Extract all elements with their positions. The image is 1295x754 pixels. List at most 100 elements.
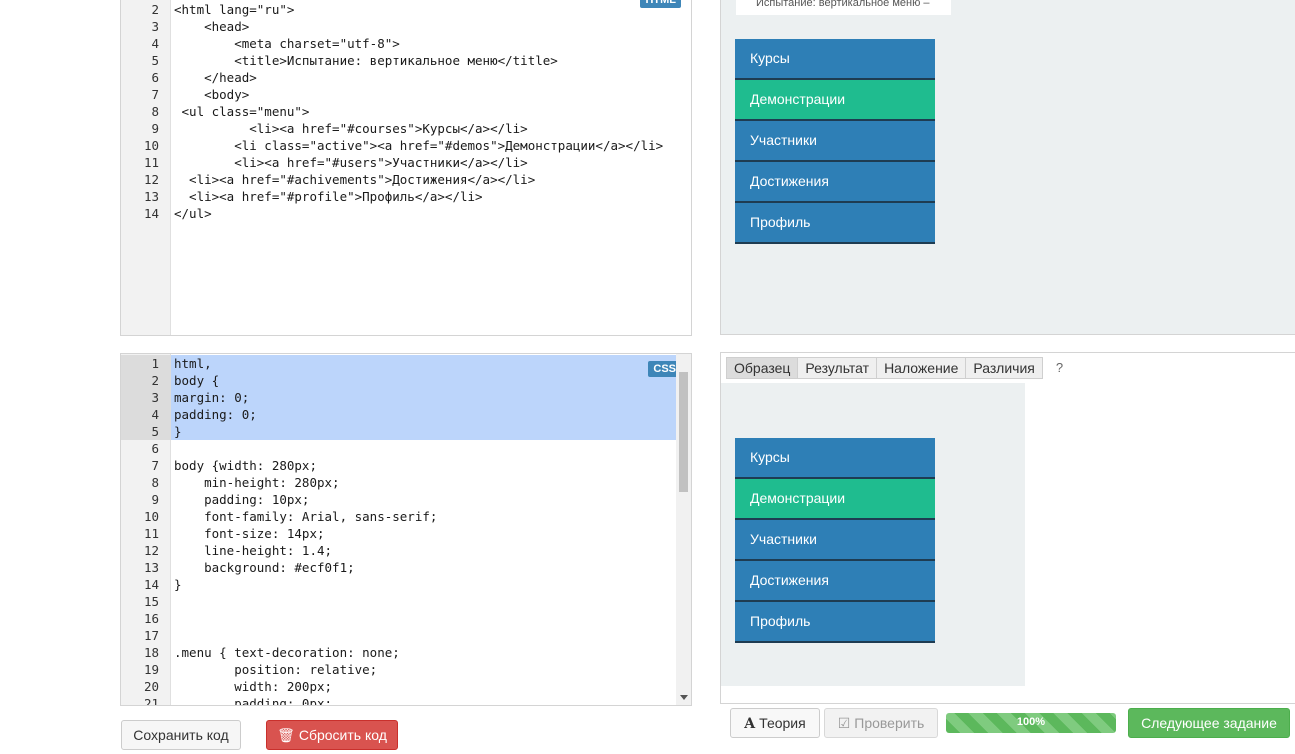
line-code[interactable]: </ul> bbox=[174, 205, 212, 222]
css-editor-scrollbar[interactable] bbox=[676, 354, 691, 705]
code-line[interactable]: 14 </ul> bbox=[121, 205, 691, 222]
code-line[interactable]: 5} bbox=[121, 423, 691, 440]
code-line[interactable]: 12 line-height: 1.4; bbox=[121, 542, 691, 559]
code-line[interactable]: 16 bbox=[121, 610, 691, 627]
line-number: 19 bbox=[143, 662, 159, 677]
code-line[interactable]: 8 <ul class="menu"> bbox=[121, 103, 691, 120]
code-line[interactable]: 8 min-height: 280px; bbox=[121, 474, 691, 491]
scroll-down-arrow-icon[interactable] bbox=[680, 695, 688, 700]
line-code[interactable]: body { bbox=[171, 372, 676, 389]
line-code[interactable]: font-family: Arial, sans-serif; bbox=[174, 508, 437, 525]
code-line[interactable]: 3 <head> bbox=[121, 18, 691, 35]
line-code[interactable]: .menu { text-decoration: none; bbox=[174, 644, 400, 661]
line-number: 14 bbox=[143, 577, 159, 592]
code-line[interactable]: 12 <li><a href="#achivements">Достижения… bbox=[121, 171, 691, 188]
code-line[interactable]: 19 position: relative; bbox=[121, 661, 691, 678]
line-code[interactable]: font-size: 14px; bbox=[174, 525, 324, 542]
code-line[interactable]: 13 <li><a href="#profile">Профиль</a></l… bbox=[121, 188, 691, 205]
line-code[interactable]: <ul class="menu"> bbox=[174, 103, 310, 120]
line-code[interactable]: </head> bbox=[174, 69, 257, 86]
line-code[interactable]: position: relative; bbox=[174, 661, 377, 678]
line-code[interactable]: html, bbox=[171, 355, 676, 372]
code-line[interactable]: 21 padding: 0px; bbox=[121, 695, 691, 706]
line-number: 21 bbox=[143, 696, 159, 706]
code-line[interactable]: 14} bbox=[121, 576, 691, 593]
line-code[interactable]: padding: 10px; bbox=[174, 491, 309, 508]
line-code[interactable]: padding: 0px; bbox=[174, 695, 332, 705]
next-task-button[interactable]: Следующее задание bbox=[1128, 708, 1290, 738]
line-code[interactable]: <li><a href="#profile">Профиль</a></li> bbox=[174, 188, 483, 205]
line-code[interactable]: body {width: 280px; bbox=[174, 457, 317, 474]
line-code[interactable]: <body> bbox=[174, 86, 249, 103]
menu-item: Участники bbox=[735, 121, 935, 162]
progress-bar: 100% bbox=[946, 713, 1116, 733]
line-code[interactable]: <head> bbox=[174, 18, 249, 35]
code-line[interactable]: 2 <html lang="ru"> bbox=[121, 1, 691, 18]
line-number: 11 bbox=[143, 526, 159, 541]
line-code[interactable]: <title>Испытание: вертикальное меню</tit… bbox=[174, 52, 558, 69]
code-line[interactable]: 7 body {width: 280px; bbox=[121, 457, 691, 474]
reset-code-button[interactable]: 🗑︎ Сбросить код bbox=[266, 720, 398, 750]
help-icon[interactable]: ? bbox=[1056, 357, 1063, 379]
code-line[interactable]: 3 margin: 0; bbox=[121, 389, 691, 406]
save-code-button[interactable]: Сохранить код bbox=[121, 720, 241, 750]
line-code[interactable]: line-height: 1.4; bbox=[174, 542, 332, 559]
menu-item: Достижения bbox=[735, 561, 935, 602]
line-code[interactable]: <li><a href="#users">Участники</a></li> bbox=[174, 154, 528, 171]
code-line[interactable]: 17 bbox=[121, 627, 691, 644]
line-code[interactable]: margin: 0; bbox=[171, 389, 676, 406]
code-line[interactable]: 10 font-family: Arial, sans-serif; bbox=[121, 508, 691, 525]
code-line[interactable]: 13 background: #ecf0f1; bbox=[121, 559, 691, 576]
line-code[interactable]: width: 200px; bbox=[174, 678, 332, 695]
line-code[interactable]: <meta charset="utf-8"> bbox=[174, 35, 400, 52]
line-number: 7 bbox=[151, 458, 159, 473]
css-code-lines[interactable]: 1 html, 2 body {3 margin: 0; 4 padding: 0; 5} 6 7… bbox=[121, 355, 691, 706]
menu-item: Курсы bbox=[735, 438, 935, 479]
line-code[interactable]: padding: 0; bbox=[171, 406, 676, 423]
code-line[interactable]: 18 .menu { text-decoration: none; bbox=[121, 644, 691, 661]
tab-0[interactable]: Образец bbox=[726, 357, 799, 379]
code-line[interactable]: 4 padding: 0; bbox=[121, 406, 691, 423]
html-code-editor[interactable]: 2 <html lang="ru"> 3 <head> 4 <meta charset… bbox=[120, 0, 692, 336]
code-line[interactable]: 15 bbox=[121, 593, 691, 610]
line-code[interactable]: <html lang="ru"> bbox=[174, 1, 294, 18]
line-number: 4 bbox=[151, 36, 159, 51]
code-line[interactable]: 6 bbox=[121, 440, 691, 457]
code-line[interactable]: 9 padding: 10px; bbox=[121, 491, 691, 508]
code-line[interactable]: 2 body { bbox=[121, 372, 691, 389]
code-line[interactable]: 6 </head> bbox=[121, 69, 691, 86]
sample-canvas: Курсы Демонстрации Участники Достижения Проф… bbox=[721, 383, 1025, 686]
code-line[interactable]: 5 <title>Испытание: вертикальное меню</t… bbox=[121, 52, 691, 69]
line-number: 3 bbox=[151, 19, 159, 34]
line-code[interactable]: <li class="active"><a href="#demos">Демо… bbox=[174, 137, 663, 154]
code-line[interactable]: 20 width: 200px; bbox=[121, 678, 691, 695]
code-line[interactable]: 4 <meta charset="utf-8"> bbox=[121, 35, 691, 52]
code-line[interactable]: 10 <li class="active"><a href="#demos">Д… bbox=[121, 137, 691, 154]
comparison-tab-bar: Образец Результат Наложение Различия? bbox=[726, 357, 1063, 379]
code-line[interactable]: 11 <li><a href="#users">Участники</a></l… bbox=[121, 154, 691, 171]
line-number: 9 bbox=[151, 121, 159, 136]
code-line[interactable]: 11 font-size: 14px; bbox=[121, 525, 691, 542]
line-code[interactable]: } bbox=[171, 423, 676, 440]
line-number: 2 bbox=[151, 2, 159, 17]
tab-1[interactable]: Результат bbox=[797, 357, 878, 379]
code-line[interactable]: 9 <li><a href="#courses">Курсы</a></li> bbox=[121, 120, 691, 137]
line-number: 12 bbox=[143, 543, 159, 558]
code-line[interactable]: 7 <body> bbox=[121, 86, 691, 103]
line-code[interactable]: min-height: 280px; bbox=[174, 474, 339, 491]
line-code[interactable]: <li><a href="#courses">Курсы</a></li> bbox=[174, 120, 527, 137]
check-button[interactable]: ☑ Проверить bbox=[824, 708, 938, 738]
menu-item: Профиль bbox=[735, 602, 935, 643]
line-code[interactable]: background: #ecf0f1; bbox=[174, 559, 355, 576]
css-code-editor[interactable]: 1 html, 2 body {3 margin: 0; 4 padding: 0; 5} 6 7… bbox=[120, 353, 692, 706]
theory-button[interactable]: A Теория bbox=[730, 708, 820, 738]
html-code-lines[interactable]: 2 <html lang="ru"> 3 <head> 4 <meta charset… bbox=[121, 1, 691, 222]
line-code[interactable]: } bbox=[174, 576, 182, 593]
line-code[interactable]: <li><a href="#achivements">Достижения</a… bbox=[174, 171, 535, 188]
tab-2[interactable]: Наложение bbox=[876, 357, 967, 379]
theory-label: Теория bbox=[759, 715, 806, 731]
menu-item: Профиль bbox=[735, 203, 935, 244]
scrollbar-thumb[interactable] bbox=[679, 372, 688, 492]
tab-3[interactable]: Различия bbox=[965, 357, 1043, 379]
code-line[interactable]: 1 html, bbox=[121, 355, 691, 372]
